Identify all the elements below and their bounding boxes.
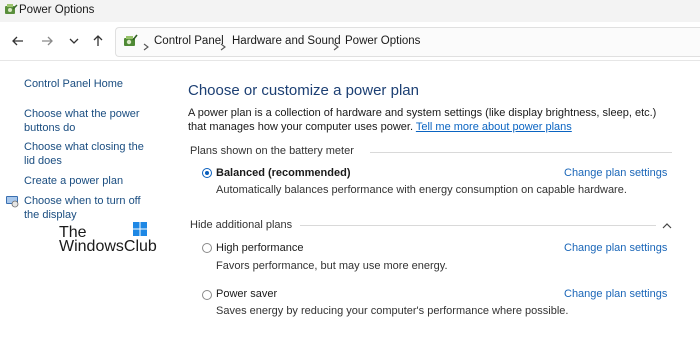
learn-more-link[interactable]: Tell me more about power plans [416, 121, 572, 133]
plan-desc-power-saver: Saves energy by reducing your computer's… [216, 305, 569, 317]
chevron-right-icon [332, 38, 340, 56]
plan-radio-balanced[interactable] [202, 168, 212, 178]
sidebar-item-control-panel-home[interactable]: Control Panel Home [24, 77, 123, 91]
breadcrumb-hardware-and-sound[interactable]: Hardware and Sound [232, 35, 341, 47]
sidebar-item-power-buttons[interactable]: Choose what the power buttons do [24, 107, 144, 135]
change-plan-settings-balanced[interactable]: Change plan settings [564, 167, 667, 179]
sidebar-item-create-power-plan[interactable]: Create a power plan [24, 174, 123, 188]
chevron-right-icon [219, 38, 227, 56]
power-options-icon [4, 3, 18, 22]
page-description: A power plan is a collection of hardware… [188, 106, 658, 134]
chevron-right-icon [142, 38, 150, 56]
plan-desc-high-performance: Favors performance, but may use more ene… [216, 260, 448, 272]
plan-radio-power-saver[interactable] [202, 290, 212, 300]
monitor-icon [5, 194, 19, 213]
breadcrumb-control-panel[interactable]: Control Panel [154, 35, 224, 47]
plan-name-balanced: Balanced (recommended) [216, 167, 351, 179]
page-title: Choose or customize a power plan [188, 82, 419, 99]
plan-name-power-saver: Power saver [216, 288, 278, 300]
additional-section-label[interactable]: Hide additional plans [190, 219, 292, 231]
section-divider [370, 152, 672, 153]
change-plan-settings-power-saver[interactable]: Change plan settings [564, 288, 667, 300]
arrow-right-icon[interactable] [39, 33, 55, 49]
navigation-bar: Control Panel Hardware and Sound Power O… [0, 22, 700, 61]
control-panel-icon [122, 33, 138, 54]
arrow-left-icon[interactable] [10, 33, 26, 49]
sidebar-item-closing-lid[interactable]: Choose what closing the lid does [24, 140, 144, 168]
plan-desc-balanced: Automatically balances performance with … [216, 184, 627, 196]
title-bar: Power Options [0, 0, 700, 22]
watermark-line-2: WindowsClub [59, 238, 157, 255]
change-plan-settings-high-performance[interactable]: Change plan settings [564, 242, 667, 254]
chevron-up-icon[interactable] [662, 218, 672, 236]
window-title: Power Options [19, 4, 95, 16]
plan-name-high-performance: High performance [216, 242, 304, 254]
sidebar-item-turn-off-display[interactable]: Choose when to turn off the display [24, 194, 144, 222]
section-divider [300, 225, 656, 226]
address-bar[interactable]: Control Panel Hardware and Sound Power O… [115, 27, 700, 57]
plan-radio-high-performance[interactable] [202, 243, 212, 253]
battery-section-label: Plans shown on the battery meter [190, 145, 354, 157]
chevron-down-icon[interactable] [66, 33, 82, 49]
breadcrumb-power-options[interactable]: Power Options [345, 35, 420, 47]
arrow-up-icon[interactable] [90, 33, 106, 49]
